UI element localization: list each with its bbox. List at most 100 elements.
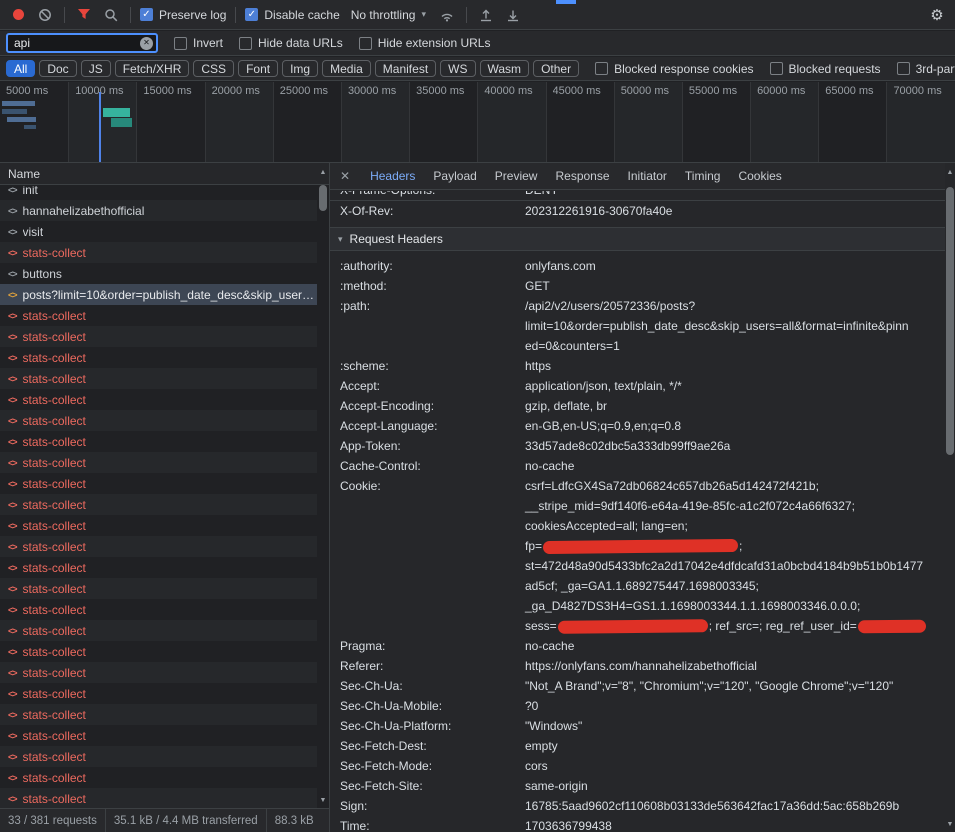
request-row[interactable]: <>stats-collect <box>0 515 317 536</box>
filter-input[interactable] <box>6 33 158 53</box>
timeline-tick-label: 45000 ms <box>553 85 614 97</box>
request-row[interactable]: <>stats-collect <box>0 305 317 326</box>
header-value: https <box>525 356 945 376</box>
clear-button[interactable] <box>35 5 55 25</box>
header-name: :authority: <box>330 256 525 276</box>
focus-indicator <box>556 0 576 4</box>
search-button[interactable] <box>101 5 121 25</box>
type-filter-js[interactable]: JS <box>81 60 111 77</box>
request-row[interactable]: <>stats-collect <box>0 683 317 704</box>
scroll-up-icon[interactable]: ▲ <box>945 169 955 176</box>
type-filter-font[interactable]: Font <box>238 60 278 77</box>
header-value: gzip, deflate, br <box>525 396 945 416</box>
redaction-scribble <box>558 620 708 635</box>
request-name: buttons <box>23 267 62 281</box>
filter-checkbox-blocked-response-cookies[interactable]: ✓Blocked response cookies <box>595 62 753 76</box>
request-row[interactable]: <>posts?limit=10&order=publish_date_desc… <box>0 284 317 305</box>
request-row[interactable]: <>stats-collect <box>0 620 317 641</box>
request-row[interactable]: <>stats-collect <box>0 704 317 725</box>
scroll-down-icon[interactable]: ▼ <box>945 821 955 828</box>
type-filter-other[interactable]: Other <box>533 60 579 77</box>
header-row: Sec-Fetch-Dest:empty <box>330 736 945 756</box>
request-row[interactable]: <>stats-collect <box>0 746 317 767</box>
request-row[interactable]: <>stats-collect <box>0 389 317 410</box>
disable-cache-checkbox[interactable]: ✓ Disable cache <box>245 8 339 22</box>
tab-cookies[interactable]: Cookies <box>729 166 790 186</box>
request-row[interactable]: <>stats-collect <box>0 599 317 620</box>
request-row[interactable]: <>stats-collect <box>0 536 317 557</box>
request-row[interactable]: <>stats-collect <box>0 767 317 788</box>
request-row[interactable]: <>visit <box>0 221 317 242</box>
record-button[interactable] <box>8 5 28 25</box>
script-file-icon: <> <box>8 353 17 363</box>
request-row[interactable]: <>stats-collect <box>0 494 317 515</box>
scrollbar-thumb[interactable] <box>946 187 954 455</box>
request-row[interactable]: <>stats-collect <box>0 326 317 347</box>
request-row[interactable]: <>init <box>0 186 317 200</box>
request-headers-section-toggle[interactable]: ▾ Request Headers <box>330 227 945 251</box>
scrollbar-thumb[interactable] <box>319 185 327 211</box>
hide-extension-urls-checkbox[interactable]: ✓ Hide extension URLs <box>359 36 491 50</box>
request-row[interactable]: <>stats-collect <box>0 368 317 389</box>
throttling-select[interactable]: No throttling ▾ <box>347 8 430 22</box>
tab-preview[interactable]: Preview <box>486 166 547 186</box>
timeline-overview[interactable]: 5000 ms10000 ms15000 ms20000 ms25000 ms3… <box>0 82 955 163</box>
header-name: Sec-Fetch-Site: <box>330 776 525 796</box>
type-filter-doc[interactable]: Doc <box>39 60 76 77</box>
header-value: "Windows" <box>525 716 945 736</box>
details-scrollbar[interactable]: ▲ ▼ <box>945 163 955 832</box>
request-row[interactable]: <>stats-collect <box>0 410 317 431</box>
settings-gear-icon[interactable]: ⚙ <box>927 5 947 25</box>
name-column-header[interactable]: Name <box>0 163 329 185</box>
devtools-network-panel: ✓ Preserve log ✓ Disable cache No thrott… <box>0 0 955 832</box>
hide-data-urls-checkbox[interactable]: ✓ Hide data URLs <box>239 36 343 50</box>
type-filter-fetch-xhr[interactable]: Fetch/XHR <box>115 60 190 77</box>
import-har-button[interactable] <box>476 5 496 25</box>
request-list-viewport: <>init<>hannahelizabethofficial<>visit <>… <box>0 186 317 808</box>
request-row[interactable]: <>stats-collect <box>0 431 317 452</box>
scroll-up-icon[interactable]: ▲ <box>317 169 329 176</box>
request-row[interactable]: <>stats-collect <box>0 557 317 578</box>
checkbox-label: 3rd-party requests <box>916 62 955 76</box>
request-row[interactable]: <>stats-collect <box>0 725 317 746</box>
tab-headers[interactable]: Headers <box>361 166 424 186</box>
request-row[interactable]: <>stats-collect <box>0 641 317 662</box>
invert-checkbox[interactable]: ✓ Invert <box>174 36 223 50</box>
type-filter-media[interactable]: Media <box>322 60 371 77</box>
clear-filter-icon[interactable]: ✕ <box>140 37 153 50</box>
script-file-icon: <> <box>8 458 17 468</box>
preserve-log-checkbox[interactable]: ✓ Preserve log <box>140 8 226 22</box>
filter-checkbox-3rd-party-requests[interactable]: ✓3rd-party requests <box>897 62 955 76</box>
status-bar-items: 33 / 381 requests35.1 kB / 4.4 MB transf… <box>0 809 322 832</box>
tab-timing[interactable]: Timing <box>676 166 730 186</box>
type-filter-css[interactable]: CSS <box>193 60 234 77</box>
tab-payload[interactable]: Payload <box>424 166 485 186</box>
close-details-icon[interactable]: ✕ <box>338 169 359 183</box>
request-row[interactable]: <>stats-collect <box>0 473 317 494</box>
scroll-down-icon[interactable]: ▼ <box>317 797 329 804</box>
filter-toggle-button[interactable] <box>74 5 94 25</box>
request-name: stats-collect <box>23 456 86 470</box>
filter-checkbox-blocked-requests[interactable]: ✓Blocked requests <box>770 62 881 76</box>
request-row[interactable]: <>stats-collect <box>0 242 317 263</box>
request-row[interactable]: <>buttons <box>0 263 317 284</box>
type-filter-ws[interactable]: WS <box>440 60 475 77</box>
request-row[interactable]: <>stats-collect <box>0 662 317 683</box>
tab-initiator[interactable]: Initiator <box>619 166 676 186</box>
request-row[interactable]: <>stats-collect <box>0 347 317 368</box>
header-row: App-Token:33d57ade8c02dbc5a333db99ff9ae2… <box>330 436 945 456</box>
type-filter-all[interactable]: All <box>6 60 35 77</box>
requests-scrollbar[interactable]: ▲ ▼ <box>317 163 329 808</box>
type-filter-manifest[interactable]: Manifest <box>375 60 436 77</box>
requests-pane: Name <>init<>hannahelizabethofficial<>vi… <box>0 163 330 832</box>
request-row[interactable]: <> stats-collect <box>0 452 317 473</box>
export-har-button[interactable] <box>503 5 523 25</box>
type-filter-wasm[interactable]: Wasm <box>480 60 530 77</box>
request-row[interactable]: <>stats-collect <box>0 578 317 599</box>
request-row[interactable]: <>stats-collect <box>0 788 317 808</box>
network-conditions-button[interactable] <box>437 5 457 25</box>
type-filter-img[interactable]: Img <box>282 60 318 77</box>
header-name: Sec-Ch-Ua: <box>330 676 525 696</box>
request-row[interactable]: <>hannahelizabethofficial <box>0 200 317 221</box>
tab-response[interactable]: Response <box>546 166 618 186</box>
